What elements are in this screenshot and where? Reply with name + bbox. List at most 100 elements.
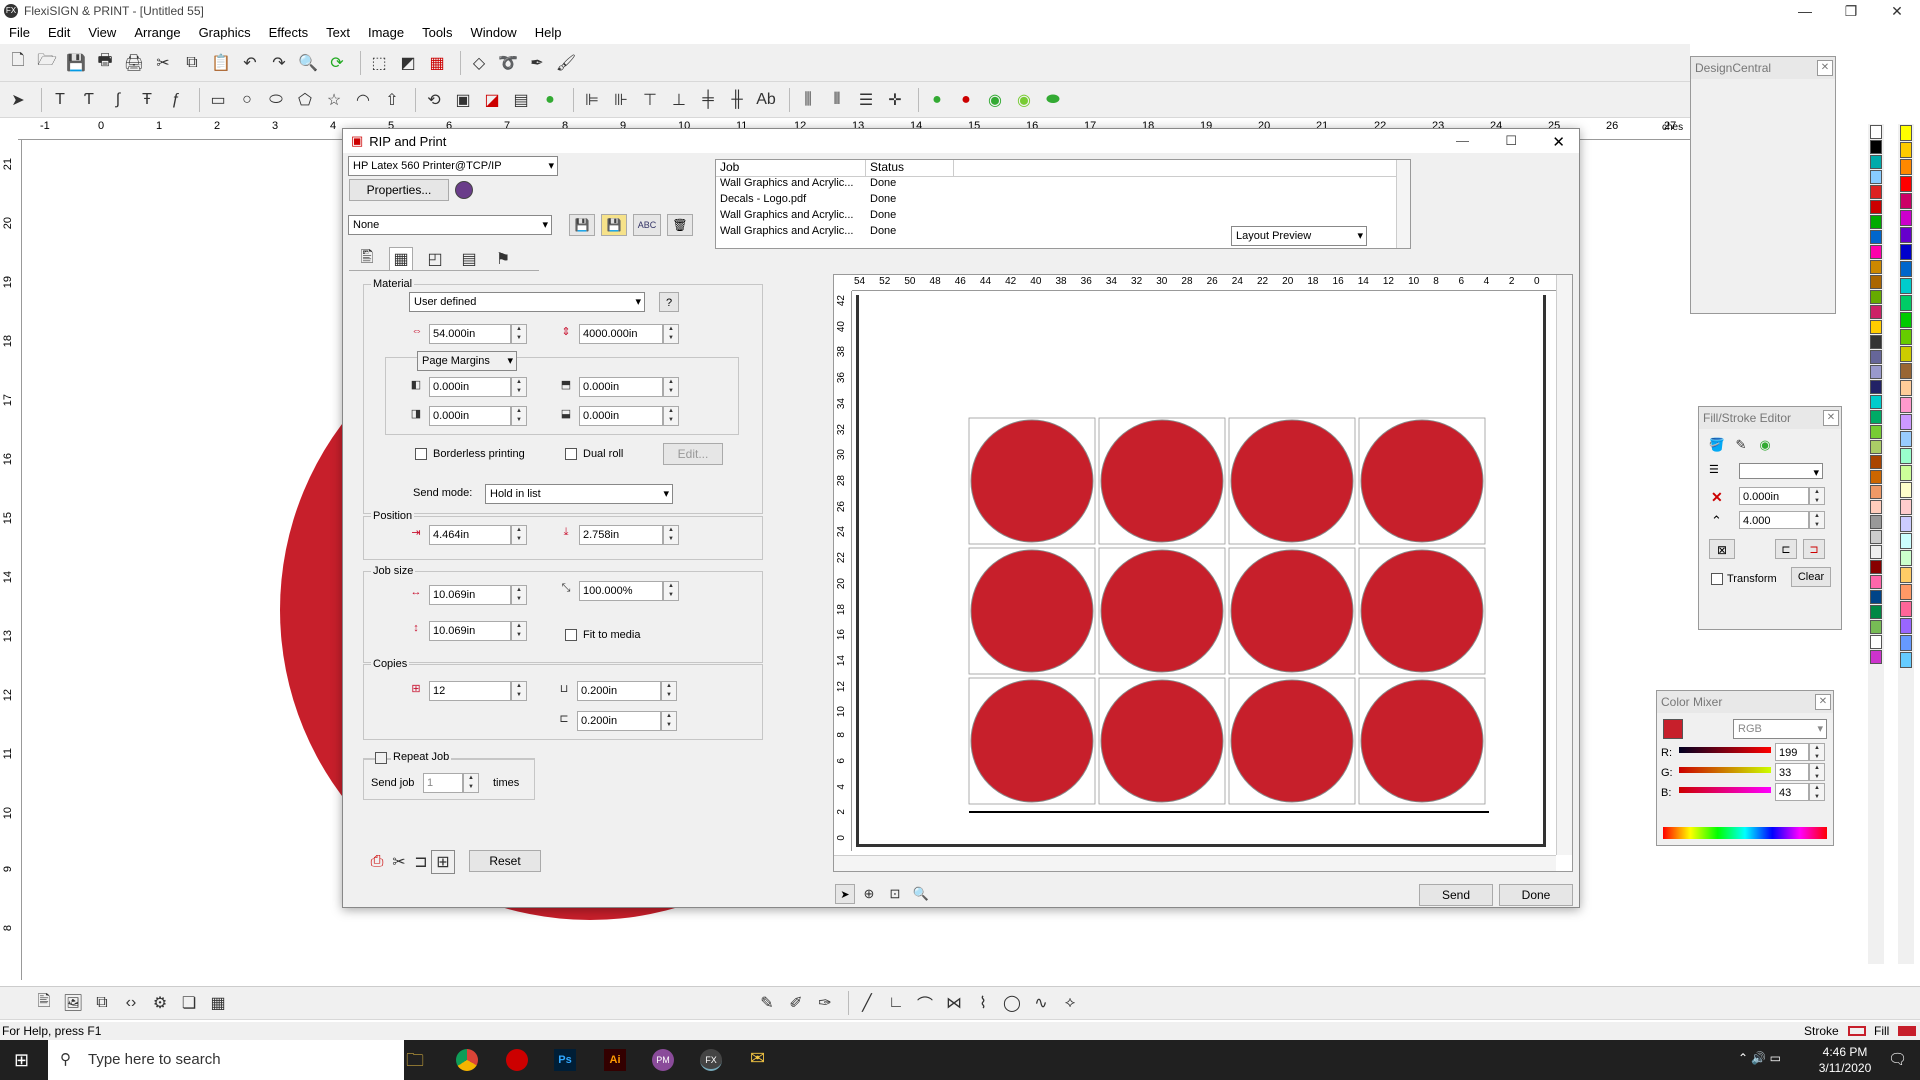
palette-swatch[interactable] [1900,601,1912,617]
tab-layout-icon[interactable]: ▦ [389,247,413,271]
bottom-plugin-icon[interactable]: ⚙ [148,991,172,1015]
properties-button[interactable]: Properties... [349,179,449,201]
design-central-close-icon[interactable]: ✕ [1817,60,1833,76]
palette-swatch[interactable] [1900,584,1912,600]
redo-icon[interactable]: ↷ [267,51,291,75]
margin-bottom-spinner[interactable]: ▲ ▼ [663,406,679,426]
chrome-icon[interactable] [456,1049,478,1071]
preset-select[interactable]: None [348,215,552,235]
clear-button[interactable]: Clear [1791,567,1831,587]
palette-swatch[interactable] [1870,125,1882,139]
palette-swatch[interactable] [1900,380,1912,396]
paste-icon[interactable]: 📋 [209,51,233,75]
palette-swatch[interactable] [1870,215,1882,229]
job-list-scrollbar[interactable] [1396,160,1410,248]
minimize-icon[interactable]: — [1782,0,1828,22]
palette-swatch[interactable] [1870,230,1882,244]
fill-stroke-close-icon[interactable]: ✕ [1823,410,1839,426]
space-evenly-icon[interactable]: ⫴ [825,88,849,112]
red-app-icon[interactable] [506,1049,528,1071]
palette-swatch[interactable] [1870,320,1882,334]
tab-media-icon[interactable]: ▤ [457,247,481,271]
dialog-minimize-icon[interactable]: — [1456,133,1469,148]
palette-swatch[interactable] [1870,140,1882,154]
green-slider[interactable] [1679,767,1771,773]
contour-cut-icon[interactable]: ✂ [387,850,411,874]
position-y-spinner[interactable]: ▲ ▼ [663,525,679,545]
copy-circle[interactable] [1100,419,1224,543]
bottom-import-icon[interactable]: 🖹 [32,991,56,1015]
menu-file[interactable]: File [0,25,39,40]
send-button[interactable]: Send [1419,884,1493,906]
align-right-icon[interactable]: ⊪ [609,88,633,112]
preview-fit-icon[interactable]: ⊡ [883,882,907,906]
windows-start-icon[interactable]: ⊞ [14,1050,29,1071]
flexi-taskbar-icon[interactable]: FX [700,1049,722,1071]
photoshop-icon[interactable]: Ps [554,1049,576,1071]
restore-icon[interactable]: ❐ [1828,0,1874,22]
contour-icon[interactable]: ⟲ [422,88,446,112]
green-dot-icon[interactable]: ● [925,88,949,112]
preview-zoom-in-icon[interactable]: ⊕ [857,882,881,906]
polygon-tool-icon[interactable]: ⬠ [293,88,317,112]
position-x-spinner[interactable]: ▲ ▼ [511,525,527,545]
margin-bottom-input[interactable]: 0.000in [579,406,663,426]
file-explorer-icon[interactable]: 🗀 [406,1048,424,1078]
dual-roll-checkbox[interactable] [565,448,577,460]
palette-swatch[interactable] [1870,200,1882,214]
menu-edit[interactable]: Edit [39,25,79,40]
stroke-width-input[interactable]: 0.000in [1739,487,1809,505]
copy-circle[interactable] [1360,679,1484,803]
zoom-icon[interactable]: 🔍 [296,51,320,75]
palette-swatch[interactable] [1870,500,1882,514]
palette-swatch[interactable] [1900,312,1912,328]
fill-green-icon[interactable]: ● [538,88,562,112]
node-icon[interactable]: ✛ [883,88,907,112]
print-icon[interactable]: 🖶 [93,51,117,75]
palette-swatch[interactable] [1870,575,1882,589]
circle-tool-icon[interactable]: ○ [235,88,259,112]
freehand-icon[interactable]: ƒ [164,88,188,112]
palette-swatch[interactable] [1870,185,1882,199]
palette-swatch[interactable] [1870,635,1882,649]
palette-swatch[interactable] [1870,290,1882,304]
preview-v-scrollbar[interactable] [1556,275,1572,855]
copy-icon[interactable]: ⧉ [180,51,204,75]
palette-swatch[interactable] [1900,533,1912,549]
corner-icon[interactable]: ∟ [884,991,908,1015]
center-v-icon[interactable]: ╫ [725,88,749,112]
layout-preview[interactable]: 54 52 50 48 46 44 42 40 38 36 34 32 30 28 26 24 22 20 18 16… [833,274,1573,872]
taskbar-clock[interactable]: 4:46 PM 3/11/2020 [1810,1044,1880,1076]
reset-button[interactable]: Reset [469,850,541,872]
copies-count-spinner[interactable]: ▲ ▼ [511,681,527,701]
red-dot-icon[interactable]: ● [954,88,978,112]
rip-print-icon[interactable]: 🖨 [122,51,146,75]
palette-swatch[interactable] [1870,395,1882,409]
palette-swatch[interactable] [1900,244,1912,260]
tab-general-icon[interactable]: 🖺 [355,247,379,271]
palette-swatch[interactable] [1900,550,1912,566]
palette-swatch[interactable] [1870,455,1882,469]
copy-circle[interactable] [1230,679,1354,803]
tab-marks-icon[interactable]: ⚑ [491,247,515,271]
copies-count-input[interactable]: 12 [429,681,511,701]
save-icon[interactable]: 💾 [64,51,88,75]
bottom-grid-icon[interactable]: ▦ [206,991,230,1015]
done-button[interactable]: Done [1499,884,1573,906]
bottom-layers-icon[interactable]: ❏ [177,991,201,1015]
margin-right-spinner[interactable]: ▲ ▼ [511,406,527,426]
menu-window[interactable]: Window [461,25,525,40]
effect-icon[interactable]: ◉ [1753,433,1777,457]
stroke-width-spinner[interactable]: ▲ ▼ [1809,487,1825,505]
printer-select[interactable]: HP Latex 560 Printer@TCP/IP [348,156,558,176]
active-preset-icon[interactable]: 💾 [601,214,627,236]
v-gap-spinner[interactable]: ▲ ▼ [661,711,677,731]
palette-swatch[interactable] [1900,618,1912,634]
illustrator-icon[interactable]: Ai [604,1049,626,1071]
text-tool-icon[interactable]: T [48,88,72,112]
copy-circle[interactable] [1230,549,1354,673]
line-tool-icon[interactable]: ╱ [855,991,879,1015]
color-model-select[interactable]: RGB [1733,719,1827,739]
borderless-checkbox[interactable] [415,448,427,460]
refresh-icon[interactable]: ⟳ [325,51,349,75]
